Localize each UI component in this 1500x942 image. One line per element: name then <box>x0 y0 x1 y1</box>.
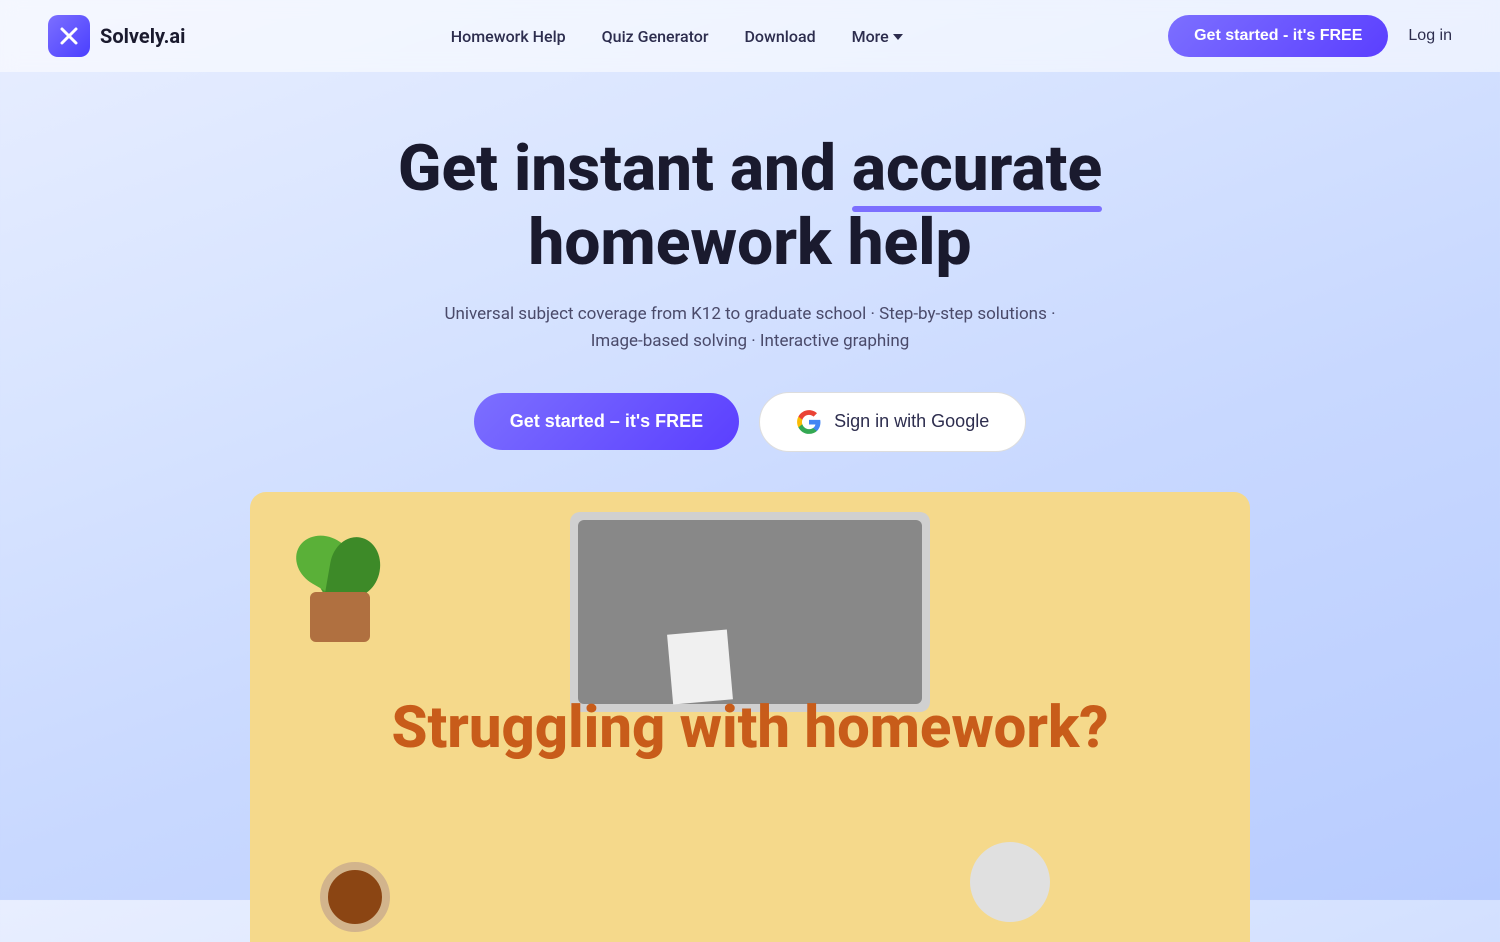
plant-decoration <box>290 522 390 642</box>
hero-buttons: Get started – it's FREE Sign in with Goo… <box>474 392 1026 452</box>
google-icon <box>796 409 822 435</box>
nav-quiz-generator[interactable]: Quiz Generator <box>602 27 709 46</box>
struggling-text: Struggling with homework? <box>391 694 1108 762</box>
nav-cta-button[interactable]: Get started - it's FREE <box>1168 15 1388 57</box>
nav-login-button[interactable]: Log in <box>1408 27 1452 45</box>
nav-homework-help[interactable]: Homework Help <box>451 27 566 46</box>
laptop-decoration <box>570 512 930 712</box>
logo-icon <box>48 15 90 57</box>
logo[interactable]: Solvely.ai <box>48 15 185 57</box>
hero-title-part1: Get instant and <box>398 131 852 206</box>
hero-title-accent: accurate <box>852 132 1102 206</box>
hero-subtitle: Universal subject coverage from K12 to g… <box>444 301 1055 355</box>
navbar: Solvely.ai Homework Help Quiz Generator … <box>0 0 1500 72</box>
earbuds-decoration <box>970 842 1050 922</box>
coffee-decoration <box>320 862 390 932</box>
logo-text: Solvely.ai <box>100 24 185 48</box>
nav-links: Homework Help Quiz Generator Download Mo… <box>451 27 903 46</box>
chevron-down-icon <box>893 34 903 40</box>
nav-more[interactable]: More <box>852 27 903 46</box>
hero-image: Struggling with homework? <box>250 492 1250 942</box>
hero-cta-button[interactable]: Get started – it's FREE <box>474 393 739 450</box>
hero-section: Get instant and accurate homework help U… <box>0 72 1500 942</box>
hero-title: Get instant and accurate homework help <box>398 132 1102 279</box>
nav-right: Get started - it's FREE Log in <box>1168 15 1452 57</box>
nav-download[interactable]: Download <box>744 27 815 46</box>
hero-title-part2: homework help <box>528 205 971 280</box>
hero-google-button[interactable]: Sign in with Google <box>759 392 1026 452</box>
